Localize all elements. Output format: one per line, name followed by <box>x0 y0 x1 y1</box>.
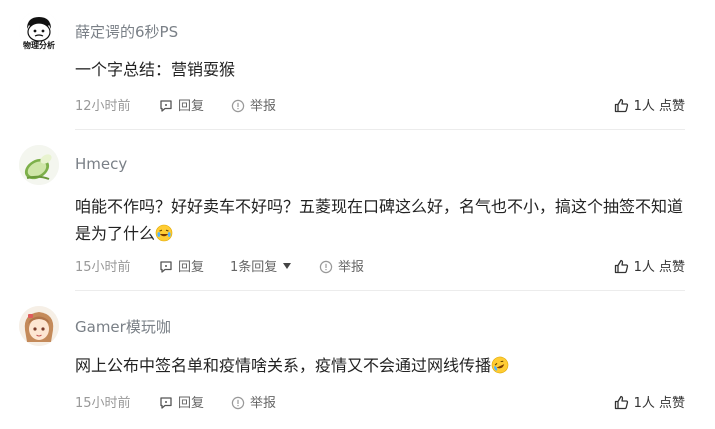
like-button[interactable]: 1人 点赞 <box>614 258 685 281</box>
rofl-emoji-icon <box>491 355 509 374</box>
alert-circle-icon <box>231 99 245 120</box>
comment-text: 一个字总结：营销耍猴 <box>75 60 236 79</box>
reply-button[interactable]: 回复 <box>159 97 204 120</box>
comment-text: 咱能不作吗？好好卖车不好吗？五菱现在口碑这么好，名气也不小，搞这个抽签不知道是为… <box>75 193 685 247</box>
report-button[interactable]: 举报 <box>231 394 276 417</box>
reply-button[interactable]: 回复 <box>159 258 204 281</box>
like-button[interactable]: 1人 点赞 <box>614 394 685 417</box>
anime-girl-avatar-icon[interactable] <box>19 306 59 346</box>
alert-circle-icon <box>231 396 245 417</box>
avatar-caption: 物理分析 <box>23 41 55 50</box>
thumbs-up-icon <box>614 259 629 281</box>
timestamp: 15小时前 <box>75 260 131 275</box>
reply-button[interactable]: 回复 <box>159 394 204 417</box>
comment-footer: 15小时前 回复 1条回复 举报 1人 点赞 <box>75 258 685 278</box>
report-label: 举报 <box>250 396 277 411</box>
divider <box>75 290 685 291</box>
username[interactable]: Hmecy <box>75 155 127 173</box>
timestamp: 12小时前 <box>75 99 131 114</box>
reply-label: 回复 <box>178 99 205 114</box>
timestamp: 15小时前 <box>75 396 131 411</box>
reply-label: 回复 <box>178 396 205 411</box>
speech-bubble-icon <box>159 260 173 281</box>
comment-footer: 15小时前 回复 举报 1人 点赞 <box>75 394 685 414</box>
thumbs-up-icon <box>614 395 629 417</box>
report-label: 举报 <box>338 260 365 275</box>
alert-circle-icon <box>319 260 333 281</box>
cucumber-avatar-icon[interactable] <box>19 145 59 185</box>
laughing-crying-emoji-icon <box>155 223 173 242</box>
like-count: 1人 点赞 <box>633 99 685 114</box>
username[interactable]: Gamer模玩咖 <box>75 316 171 337</box>
like-count: 1人 点赞 <box>633 260 685 275</box>
comment-footer: 12小时前 回复 举报 1人 点赞 <box>75 97 685 117</box>
username[interactable]: 薛定谔的6秒PS <box>75 21 178 42</box>
report-button[interactable]: 举报 <box>231 97 276 120</box>
view-replies-button[interactable]: 1条回复 <box>230 258 292 278</box>
speech-bubble-icon <box>159 396 173 417</box>
comment-text: 网上公布中签名单和疫情啥关系，疫情又不会通过网线传播 <box>75 352 685 379</box>
report-button[interactable]: 举报 <box>319 258 364 281</box>
speech-bubble-icon <box>159 99 173 120</box>
thumbs-up-icon <box>614 98 629 120</box>
like-count: 1人 点赞 <box>633 396 685 411</box>
comment-text-body: 网上公布中签名单和疫情啥关系，疫情又不会通过网线传播 <box>75 356 492 375</box>
caret-down-icon <box>283 263 292 269</box>
replies-count: 1条回复 <box>230 260 278 275</box>
like-button[interactable]: 1人 点赞 <box>614 97 685 120</box>
divider <box>75 129 685 130</box>
report-label: 举报 <box>250 99 277 114</box>
reply-label: 回复 <box>178 260 205 275</box>
